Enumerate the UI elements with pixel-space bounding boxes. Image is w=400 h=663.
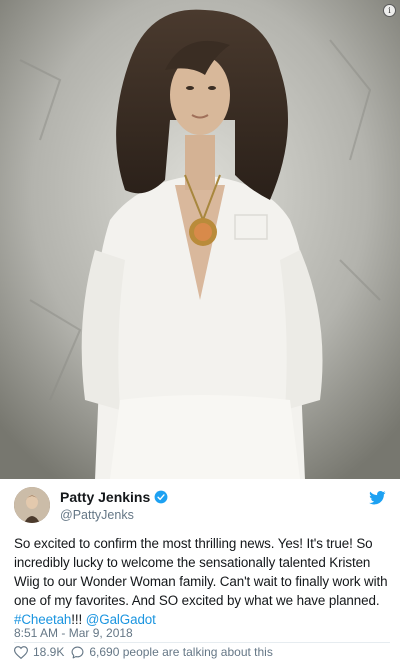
author-name-row: Patty Jenkins bbox=[60, 489, 168, 505]
portrait-illustration bbox=[0, 0, 400, 479]
avatar-portrait bbox=[14, 487, 50, 523]
footer-divider bbox=[14, 642, 390, 643]
embedded-tweet-card: i Patty Jenkins @PattyJenks So excited t… bbox=[0, 0, 400, 663]
tweet-header: Patty Jenkins @PattyJenks bbox=[14, 487, 386, 527]
author-name[interactable]: Patty Jenkins bbox=[60, 489, 150, 505]
heart-icon[interactable] bbox=[14, 645, 28, 659]
tweet-footer: 18.9K 6,690 people are talking about thi… bbox=[14, 645, 273, 659]
info-icon[interactable]: i bbox=[383, 4, 396, 17]
verified-badge-icon bbox=[154, 490, 168, 504]
tweet-timestamp[interactable]: 8:51 AM - Mar 9, 2018 bbox=[14, 626, 133, 640]
author-handle[interactable]: @PattyJenks bbox=[60, 508, 168, 522]
tweet-photo[interactable]: i bbox=[0, 0, 400, 479]
author-block[interactable]: Patty Jenkins @PattyJenks bbox=[60, 489, 168, 522]
mention-link[interactable]: @GalGadot bbox=[86, 612, 156, 627]
twitter-bird-icon[interactable] bbox=[369, 491, 386, 505]
avatar[interactable] bbox=[14, 487, 50, 523]
talking-count[interactable]: 6,690 people are talking about this bbox=[89, 645, 272, 659]
hashtag-link[interactable]: #Cheetah bbox=[14, 612, 71, 627]
tweet-exclaim: !!! bbox=[71, 612, 86, 627]
like-count[interactable]: 18.9K bbox=[33, 645, 64, 659]
reply-bubble-icon[interactable] bbox=[71, 646, 84, 659]
tweet-body: So excited to confirm the most thrilling… bbox=[14, 536, 388, 608]
tweet-text: So excited to confirm the most thrilling… bbox=[14, 534, 390, 629]
